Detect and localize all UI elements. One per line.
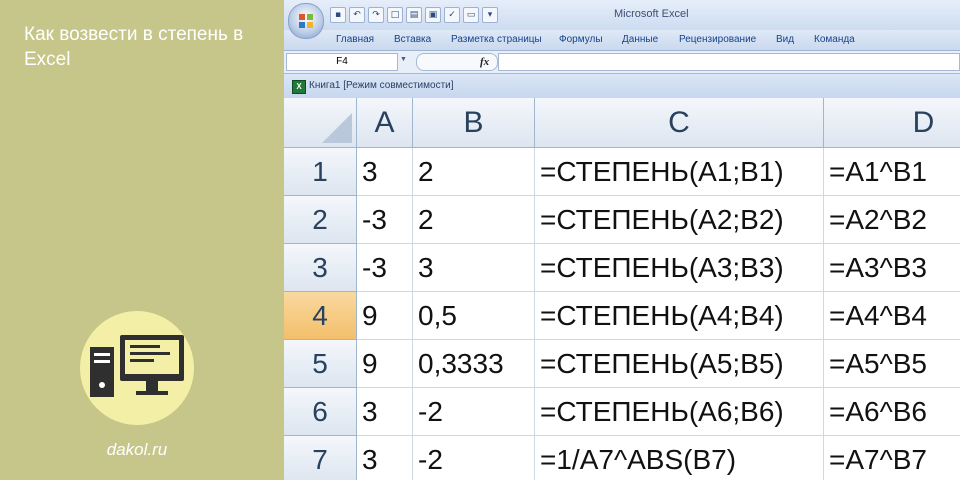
cell-d5[interactable]: =A5^B5 [824,340,960,388]
excel-window: ▪ ↶ ↷ □ ▤ ▣ ✓ ▭ ▾ Microsoft Excel Главна… [284,0,960,480]
cell-a4[interactable]: 9 [357,292,413,340]
cell-c4[interactable]: =СТЕПЕНЬ(A4;B4) [535,292,824,340]
redo-icon[interactable]: ↷ [368,7,384,23]
row-header-6[interactable]: 6 [284,388,357,436]
tab-review[interactable]: Рецензирование [679,34,756,45]
app-title: Microsoft Excel [614,8,689,20]
insert-function-icon[interactable]: fx [480,56,489,68]
cell-d1[interactable]: =A1^B1 [824,148,960,196]
cell-b6[interactable]: -2 [413,388,535,436]
tab-team[interactable]: Команда [814,34,855,45]
site-logo [80,311,194,425]
column-header-a[interactable]: A [357,98,413,148]
cell-a5[interactable]: 9 [357,340,413,388]
computer-icon [90,335,184,397]
tab-data[interactable]: Данные [622,34,658,45]
workbook-title: Книга1 [Режим совместимости] [309,80,454,91]
undo-icon[interactable]: ↶ [349,7,365,23]
office-button[interactable] [288,3,324,39]
print-icon[interactable]: ▤ [406,7,422,23]
print-preview-icon[interactable]: ▣ [425,7,441,23]
cell-b4[interactable]: 0,5 [413,292,535,340]
tab-formulas[interactable]: Формулы [559,34,603,45]
spelling-icon[interactable]: ✓ [444,7,460,23]
new-document-icon[interactable]: □ [387,7,403,23]
select-all-button[interactable] [284,98,357,148]
cell-c3[interactable]: =СТЕПЕНЬ(A3;B3) [535,244,824,292]
row-header-5[interactable]: 5 [284,340,357,388]
column-header-b[interactable]: B [413,98,535,148]
cell-d6[interactable]: =A6^B6 [824,388,960,436]
cell-a6[interactable]: 3 [357,388,413,436]
row-header-1[interactable]: 1 [284,148,357,196]
tab-home[interactable]: Главная [336,34,374,45]
formula-input[interactable] [498,53,960,71]
cell-c6[interactable]: =СТЕПЕНЬ(A6;B6) [535,388,824,436]
tab-view[interactable]: Вид [776,34,794,45]
cell-d7[interactable]: =A7^B7 [824,436,960,480]
cell-b2[interactable]: 2 [413,196,535,244]
article-title: Как возвести в степень в Excel [24,24,244,70]
cell-d4[interactable]: =A4^B4 [824,292,960,340]
row-header-2[interactable]: 2 [284,196,357,244]
form-icon[interactable]: ▭ [463,7,479,23]
column-header-d[interactable]: D [824,98,960,148]
tab-insert[interactable]: Вставка [394,34,431,45]
save-icon[interactable]: ▪ [330,7,346,23]
tab-page-layout[interactable]: Разметка страницы [451,34,542,45]
row-header-7[interactable]: 7 [284,436,357,480]
cell-a3[interactable]: -3 [357,244,413,292]
cell-b5[interactable]: 0,3333 [413,340,535,388]
row-header-4[interactable]: 4 [284,292,357,340]
cell-c2[interactable]: =СТЕПЕНЬ(A2;B2) [535,196,824,244]
quick-access-toolbar: ▪ ↶ ↷ □ ▤ ▣ ✓ ▭ ▾ [330,7,498,23]
formula-bar: F4 ▼ fx [284,51,960,74]
excel-workbook-icon: X [292,80,306,94]
cell-a7[interactable]: 3 [357,436,413,480]
cell-b3[interactable]: 3 [413,244,535,292]
row-header-3[interactable]: 3 [284,244,357,292]
cell-d3[interactable]: =A3^B3 [824,244,960,292]
name-box[interactable]: F4 [286,53,398,71]
cell-a2[interactable]: -3 [357,196,413,244]
cell-b7[interactable]: -2 [413,436,535,480]
title-bar: ▪ ↶ ↷ □ ▤ ▣ ✓ ▭ ▾ Microsoft Excel [284,0,960,30]
cell-c7[interactable]: =1/A7^ABS(B7) [535,436,824,480]
office-logo-icon [299,14,313,28]
site-name: dakol.ru [106,440,168,459]
spreadsheet-grid: A B C D 1 3 2 =СТЕПЕНЬ(A1;B1) =A1^B1 2 -3 2 =СТЕПЕНЬ… [284,98,960,480]
ribbon-tabs: Главная Вставка Разметка страницы Формул… [284,30,960,51]
customize-toolbar-icon[interactable]: ▾ [482,7,498,23]
cell-c5[interactable]: =СТЕПЕНЬ(A5;B5) [535,340,824,388]
cell-a1[interactable]: 3 [357,148,413,196]
chevron-down-icon[interactable]: ▼ [400,56,408,66]
cell-b1[interactable]: 2 [413,148,535,196]
cell-d2[interactable]: =A2^B2 [824,196,960,244]
workbook-title-bar: X Книга1 [Режим совместимости] [284,74,960,98]
column-header-c[interactable]: C [535,98,824,148]
promo-panel: Как возвести в степень в Excel dakol.ru [0,0,280,480]
cell-c1[interactable]: =СТЕПЕНЬ(A1;B1) [535,148,824,196]
